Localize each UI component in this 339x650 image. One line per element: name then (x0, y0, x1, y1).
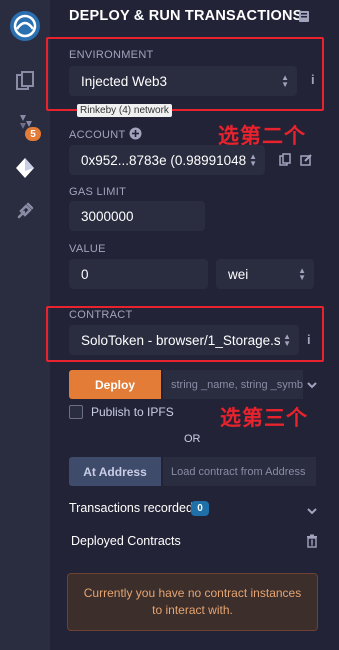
chevron-down-icon[interactable] (306, 503, 318, 521)
page-title: DEPLOY & RUN TRANSACTIONS (69, 8, 303, 24)
value-input[interactable]: 0 (69, 259, 208, 289)
plugin-manager-icon[interactable] (0, 196, 50, 226)
deploy-run-panel: DEPLOY & RUN TRANSACTIONS ENVIRONMENT In… (46, 0, 339, 650)
copy-icon[interactable] (279, 153, 291, 171)
deployed-contracts-label: Deployed Contracts (71, 534, 181, 548)
account-value: 0x952...8783e (0.98991048 (81, 152, 247, 168)
environment-highlight (46, 37, 324, 111)
transactions-label[interactable]: Transactions recorded (69, 501, 193, 515)
at-address-button[interactable]: At Address (69, 457, 161, 486)
value-unit: wei (228, 266, 249, 282)
account-select[interactable]: 0x952...8783e (0.98991048 ▲ ▼ (69, 145, 265, 175)
file-explorer-icon[interactable] (0, 66, 50, 96)
remix-logo[interactable] (0, 6, 50, 46)
gas-limit-value: 3000000 (81, 208, 134, 224)
publish-ipfs-checkbox[interactable] (69, 405, 83, 419)
annotation-step3: 选第三个 (220, 407, 308, 430)
publish-ipfs-label: Publish to IPFS (91, 405, 174, 419)
transactions-count-badge: 0 (191, 501, 209, 516)
solidity-compiler-icon[interactable]: 5 (0, 110, 50, 141)
or-text: OR (184, 433, 201, 445)
trash-icon[interactable] (306, 534, 318, 553)
gas-limit-input[interactable]: 3000000 (69, 201, 205, 231)
value-unit-select[interactable]: wei ▲ ▼ (216, 259, 314, 289)
gas-limit-label: GAS LIMIT (69, 186, 127, 198)
value-amount: 0 (81, 266, 89, 282)
account-label: ACCOUNT (69, 129, 126, 141)
deploy-button[interactable]: Deploy (69, 370, 161, 399)
add-account-icon[interactable] (129, 127, 142, 145)
no-instances-notice: Currently you have no contract instances… (67, 573, 318, 631)
value-label: VALUE (69, 243, 106, 255)
chevron-updown-icon: ▲ ▼ (249, 152, 257, 168)
at-address-input[interactable]: Load contract from Address (163, 457, 316, 486)
chevron-updown-icon: ▲ ▼ (298, 266, 306, 282)
compiler-badge: 5 (25, 127, 41, 141)
deploy-args-input[interactable]: string _name, string _symbol (163, 370, 303, 399)
edit-icon[interactable] (300, 153, 313, 171)
deploy-run-icon[interactable] (0, 153, 50, 183)
chevron-down-icon[interactable] (306, 377, 318, 395)
network-tooltip: Rinkeby (4) network (77, 104, 172, 117)
contract-highlight (46, 306, 324, 362)
icon-sidebar: 5 (0, 0, 50, 650)
documentation-icon[interactable] (298, 10, 310, 28)
